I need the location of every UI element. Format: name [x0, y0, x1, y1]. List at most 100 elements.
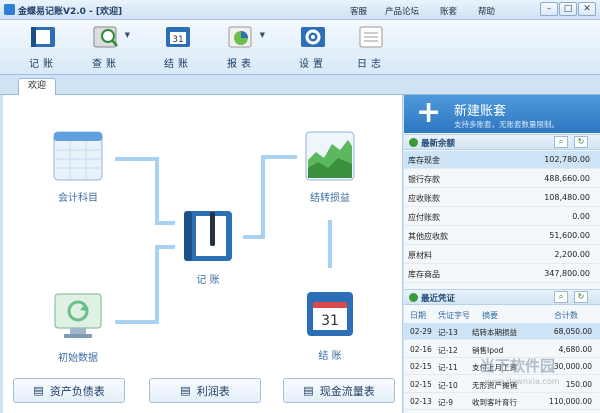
watermark: 当下软件园 [480, 357, 556, 375]
minimize-button[interactable]: – [540, 2, 558, 16]
voucher-icon [409, 293, 418, 302]
help-link[interactable]: 帮助 [478, 5, 495, 17]
toolbar-label: 日志 [357, 59, 385, 70]
balance-amount: 51,600.00 [549, 231, 590, 240]
col-voucher-no: 凭证字号 [438, 311, 470, 320]
spreadsheet-icon [53, 131, 103, 181]
voucher-memo: 销售Ipod [472, 345, 504, 355]
calendar-icon: 31 [307, 292, 353, 336]
voucher-row[interactable]: 02-13 记-9 收到客叶育行 110,000.00 [404, 393, 600, 410]
voucher-number: 记-10 [438, 380, 458, 390]
voucher-row[interactable]: 02-29 记-13 结转本期损益 68,050.00 [404, 323, 600, 340]
toolbar-settings-button[interactable]: 设置 [282, 23, 344, 73]
accounts-node[interactable]: 会计科目 [48, 130, 108, 204]
calendar-icon: 31 [161, 23, 195, 51]
balance-amount: 102,780.00 [544, 155, 590, 164]
chevron-down-icon[interactable]: ▼ [125, 31, 130, 39]
toolbar-query-button[interactable]: ▼ 查账 [75, 23, 137, 73]
new-account-set-button[interactable]: + 新建账套 支持多账套，无账套数量限制。 [404, 95, 600, 133]
close-period-label: 结 账 [318, 351, 342, 362]
svg-text:31: 31 [172, 35, 183, 45]
record-node[interactable]: 记 账 [175, 208, 241, 286]
maximize-button[interactable]: □ [559, 2, 577, 16]
flow-arrow [115, 157, 159, 161]
balance-account-name: 库存商品 [408, 270, 440, 279]
toolbar: 记账 ▼ 查账 31 结账 ▼ 报表 设置 日志 [0, 20, 600, 75]
flow-arrow [155, 245, 159, 323]
new-account-set-title: 新建账套 [454, 104, 507, 119]
voucher-total: 68,050.00 [553, 327, 592, 336]
income-statement-button[interactable]: ▤ 利润表 [149, 378, 261, 403]
balance-account-name: 银行存款 [408, 175, 440, 184]
refresh-icon[interactable]: ↻ [574, 291, 588, 303]
svg-text:31: 31 [321, 313, 339, 329]
accounts-label: 会计科目 [58, 193, 98, 204]
voucher-number: 记-9 [438, 398, 453, 407]
search-icon[interactable]: ⌕ [554, 291, 568, 303]
document-icon: ▤ [180, 384, 191, 397]
toolbar-close-period-button[interactable]: 31 结账 [147, 23, 209, 73]
voucher-date: 02-16 [410, 344, 432, 354]
col-memo: 摘要 [482, 311, 498, 320]
monitor-refresh-icon [54, 293, 102, 338]
balance-amount: 2,200.00 [554, 250, 590, 259]
balance-account-name: 应收账款 [408, 194, 440, 203]
voucher-number: 记-11 [438, 363, 458, 372]
tab-welcome[interactable]: 欢迎 [18, 78, 56, 95]
income-statement-label: 利润表 [196, 384, 230, 398]
balance-row[interactable]: 应付账款 0.00 [404, 208, 600, 226]
area-chart-icon [305, 131, 355, 181]
toolbar-reports-button[interactable]: ▼ 报表 [210, 23, 272, 73]
balance-panel-header: 最新余额 ⌕ ↻ [404, 134, 600, 150]
initial-data-node[interactable]: 初始数据 [48, 290, 108, 364]
voucher-date: 02-15 [410, 362, 432, 371]
toolbar-label: 设置 [299, 59, 327, 70]
initial-data-label: 初始数据 [58, 353, 98, 364]
flow-arrow [115, 320, 159, 324]
journal-icon [184, 211, 232, 261]
balance-row[interactable]: 库存商品 347,800.00 [404, 265, 600, 283]
search-icon[interactable]: ⌕ [554, 136, 568, 148]
transfer-profit-node[interactable]: 结转损益 [300, 130, 360, 204]
close-button[interactable]: ✕ [578, 2, 596, 16]
voucher-memo: 收到客叶育行 [472, 398, 517, 407]
toolbar-record-button[interactable]: 记账 [12, 23, 74, 73]
voucher-number: 记-13 [438, 328, 458, 337]
vouchers-title: 最近凭证 [421, 294, 456, 304]
flow-arrow [261, 155, 297, 159]
col-date: 日期 [410, 311, 426, 320]
chevron-down-icon[interactable]: ▼ [260, 31, 265, 39]
voucher-date: 02-29 [410, 327, 432, 336]
toolbar-label: 记账 [29, 59, 57, 70]
cash-flow-button[interactable]: ▤ 现金流量表 [283, 378, 395, 403]
new-account-set-subtitle: 支持多账套，无账套数量限制。 [454, 120, 559, 129]
title-bar: 金蝶易记账V2.0 - [欢迎] 客服 产品论坛 账套 帮助 – □ ✕ [0, 0, 600, 20]
balance-row[interactable]: 原材料 2,200.00 [404, 246, 600, 264]
balance-row[interactable]: 其他应收款 51,600.00 [404, 227, 600, 245]
balance-row[interactable]: 应收账款 108,480.00 [404, 189, 600, 207]
voucher-date: 02-13 [410, 397, 432, 406]
flow-arrow [328, 220, 332, 268]
flow-arrow [155, 245, 175, 249]
balance-sheet-button[interactable]: ▤ 资产负债表 [13, 378, 125, 403]
cash-flow-label: 现金流量表 [319, 384, 375, 398]
toolbar-label: 结账 [164, 59, 192, 70]
account-set-link[interactable]: 账套 [440, 5, 457, 17]
flow-arrow [155, 157, 159, 223]
workflow-canvas: 会计科目 初始数据 记 账 结转损益 31 结 账 ▤ 资产负债表 ▤ 利润表 … [3, 95, 403, 413]
refresh-icon[interactable]: ↻ [574, 136, 588, 148]
flow-arrow [155, 221, 175, 225]
voucher-total: 4,680.00 [558, 344, 592, 354]
balance-row[interactable]: 库存现金 102,780.00 [404, 151, 600, 169]
balance-icon [409, 138, 418, 147]
support-link[interactable]: 客服 [350, 5, 367, 17]
window-title: 金蝶易记账V2.0 - [欢迎] [18, 7, 123, 17]
balance-amount: 108,480.00 [544, 193, 590, 202]
voucher-total: 30,000.00 [553, 362, 592, 371]
close-period-node[interactable]: 31 结 账 [300, 288, 360, 362]
toolbar-log-button[interactable]: 日志 [340, 23, 402, 73]
watermark-url: www.downxia.com [485, 377, 560, 386]
transfer-profit-label: 结转损益 [310, 193, 350, 204]
forum-link[interactable]: 产品论坛 [385, 5, 419, 17]
balance-row[interactable]: 银行存款 488,660.00 [404, 170, 600, 188]
